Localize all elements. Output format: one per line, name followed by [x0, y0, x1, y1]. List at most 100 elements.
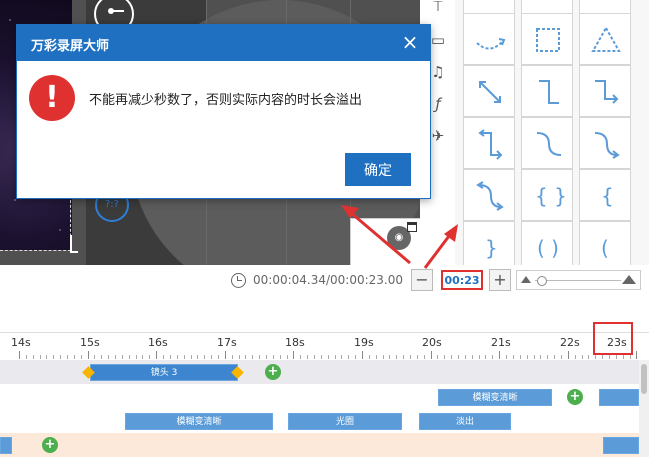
track-effects-2[interactable]: 模糊变清晰 光圈 淡出	[0, 408, 639, 432]
shape-elbow-double-arrow[interactable]	[463, 117, 515, 169]
svg-text:}: }	[485, 236, 498, 260]
effect-clip[interactable]: 模糊变清晰	[125, 413, 273, 430]
ruler-minor-tick	[108, 355, 110, 359]
svg-text:(: (	[601, 236, 609, 260]
audio-clip[interactable]	[0, 437, 12, 454]
ruler-minor-tick	[300, 355, 302, 359]
track-audio[interactable]: +	[0, 433, 639, 457]
shape-left-paren[interactable]: (	[579, 221, 631, 265]
zoom-slider[interactable]	[516, 270, 641, 290]
effect-clip[interactable]: 淡出	[419, 413, 511, 430]
shape-s-curve-double-arrow[interactable]	[463, 169, 515, 221]
ruler-minor-tick	[279, 355, 281, 359]
shape-s-curve-arrow[interactable]	[579, 117, 631, 169]
ruler-minor-tick	[67, 355, 69, 359]
add-effect-button[interactable]: +	[567, 389, 583, 405]
ruler-minor-tick	[149, 355, 151, 359]
ruler-minor-tick	[121, 355, 123, 359]
maximize-icon[interactable]	[407, 222, 417, 232]
ruler-minor-tick	[176, 355, 178, 359]
ruler-minor-tick	[128, 355, 130, 359]
ruler-minor-tick	[458, 355, 460, 359]
close-icon[interactable]: ×	[400, 31, 420, 53]
shape-arc-arrow[interactable]	[463, 13, 515, 65]
scrollbar-thumb[interactable]	[641, 364, 647, 394]
timeline-scrollbar[interactable]	[639, 360, 649, 457]
ruler-minor-tick	[53, 355, 55, 359]
playhead-time: 00:00:04.34/00:00:23.00	[253, 273, 403, 287]
ruler-major-tick	[87, 351, 89, 359]
ruler-minor-tick	[334, 355, 336, 359]
timeline-ruler[interactable]: 14s 15s 16s 17s 18s 19s 20s 21s 22s 23s	[0, 332, 649, 359]
duration-input[interactable]: 00:23	[441, 270, 483, 290]
zoom-in-icon[interactable]	[622, 275, 636, 284]
clock-hand	[112, 10, 124, 12]
shape-left-brace[interactable]: {	[579, 169, 631, 221]
airplane-icon[interactable]: ✈	[428, 126, 448, 146]
ruler-minor-tick	[410, 355, 412, 359]
track-camera[interactable]: 镜头 3 +	[0, 360, 639, 384]
ruler-label: 16s	[148, 336, 168, 349]
thumbnail-card[interactable]: ◉	[350, 218, 420, 265]
effect-clip[interactable]	[599, 389, 639, 406]
ruler-minor-tick	[368, 355, 370, 359]
effect-clip[interactable]: 模糊变清晰	[438, 389, 552, 406]
shape-dashed-square[interactable]	[521, 13, 573, 65]
ruler-minor-tick	[540, 355, 542, 359]
ruler-minor-tick	[163, 355, 165, 359]
ruler-minor-tick	[595, 355, 597, 359]
decrease-duration-button[interactable]: −	[411, 269, 433, 291]
ruler-minor-tick	[259, 355, 261, 359]
music-icon[interactable]: ♫	[428, 62, 448, 82]
pin-icon[interactable]: ⍑	[428, 0, 448, 16]
ruler-minor-tick	[629, 355, 631, 359]
ruler-minor-tick	[437, 355, 439, 359]
folder-icon[interactable]: ▭	[428, 30, 448, 50]
ruler-minor-tick	[396, 355, 398, 359]
ruler-minor-tick	[355, 355, 357, 359]
add-camera-button[interactable]: +	[265, 364, 281, 380]
ruler-minor-tick	[252, 355, 254, 359]
shape-right-bracket[interactable]: }	[463, 221, 515, 265]
shape-s-curve[interactable]	[521, 117, 573, 169]
zoom-track[interactable]	[535, 280, 621, 281]
confirm-button[interactable]: 确定	[345, 153, 411, 186]
shape-parentheses[interactable]: ( )	[521, 221, 573, 265]
audio-clip[interactable]	[603, 437, 639, 454]
add-audio-button[interactable]: +	[42, 437, 58, 453]
ruler-major-tick	[156, 351, 158, 359]
ruler-minor-tick	[307, 355, 309, 359]
ruler-label: 14s	[11, 336, 31, 349]
corner-mark	[70, 235, 78, 253]
svg-text:{: {	[601, 184, 614, 208]
ruler-minor-tick	[245, 355, 247, 359]
ruler-minor-tick	[265, 355, 267, 359]
function-icon[interactable]: ƒ	[428, 94, 448, 114]
effect-clip[interactable]: 光圈	[288, 413, 402, 430]
shape-dashed-triangle[interactable]	[579, 13, 631, 65]
shape-elbow-line[interactable]	[521, 65, 573, 117]
shape-braces[interactable]: { }	[521, 169, 573, 221]
ruler-major-tick	[430, 351, 432, 359]
ruler-minor-tick	[485, 355, 487, 359]
ruler-major-tick	[567, 351, 569, 359]
ruler-label: 17s	[217, 336, 237, 349]
ruler-minor-tick	[622, 355, 624, 359]
shape-elbow-arrow[interactable]	[579, 65, 631, 117]
ruler-minor-tick	[190, 355, 192, 359]
ruler-major-tick	[224, 351, 226, 359]
ruler-minor-tick	[581, 355, 583, 359]
track-effects-1[interactable]: 模糊变清晰 +	[0, 386, 639, 408]
zoom-thumb[interactable]	[537, 276, 547, 286]
selection-frame	[0, 200, 71, 251]
ruler-minor-tick	[32, 355, 34, 359]
increase-duration-button[interactable]: +	[489, 269, 511, 291]
shape-diagonal-double-arrow[interactable]	[463, 65, 515, 117]
ruler-minor-tick	[416, 355, 418, 359]
ruler-minor-tick	[608, 355, 610, 359]
ruler-minor-tick	[204, 355, 206, 359]
zoom-out-icon[interactable]	[521, 276, 531, 283]
ruler-minor-tick	[471, 355, 473, 359]
ruler-minor-tick	[60, 355, 62, 359]
camera-clip[interactable]: 镜头 3	[90, 364, 238, 381]
